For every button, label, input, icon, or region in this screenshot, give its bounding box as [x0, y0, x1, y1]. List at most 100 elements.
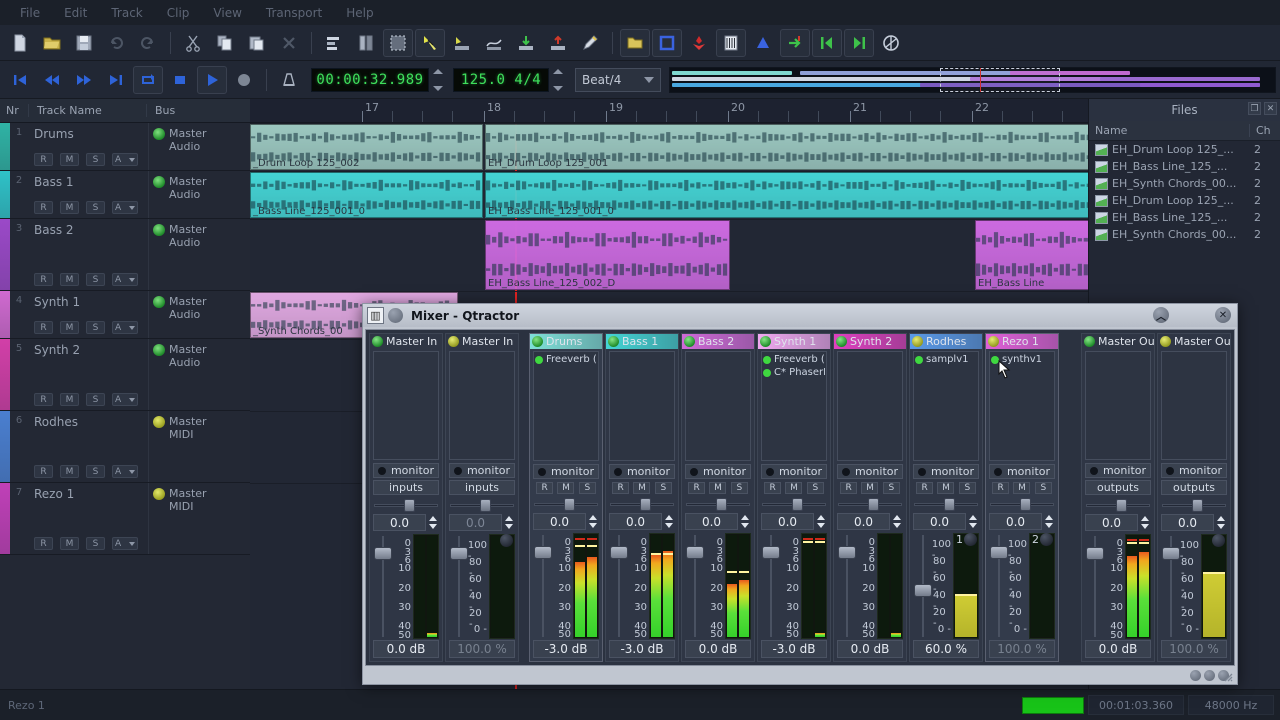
loop-button[interactable] — [133, 66, 163, 94]
overview-loop-range[interactable] — [940, 68, 1060, 92]
midi-channel-knob[interactable] — [964, 533, 977, 546]
strip-s-button[interactable]: S — [579, 482, 596, 494]
strip-m-button[interactable]: M — [785, 482, 802, 494]
track-a-button[interactable]: A — [112, 393, 138, 406]
track-a-button[interactable]: A — [112, 537, 138, 550]
audio-clip[interactable]: EH_Bass Line_125_002_D — [485, 220, 730, 290]
gain-value[interactable]: 0.0 dB — [685, 640, 751, 658]
menu-item-view[interactable]: View — [201, 2, 253, 24]
track-row[interactable]: 3Bass 2RMSAMasterAudio — [0, 219, 250, 291]
track-row[interactable]: 1DrumsRMSAMasterAudio — [0, 123, 250, 171]
pan-slider[interactable] — [1162, 498, 1226, 512]
monitor-button[interactable]: monitor — [913, 464, 979, 479]
strip-name-row[interactable]: Master In — [446, 334, 518, 349]
tempo-display[interactable]: 125.0 4/4 — [453, 68, 549, 92]
strip-s-button[interactable]: S — [1035, 482, 1052, 494]
pan-value-row[interactable]: 0.0 — [761, 513, 827, 530]
track-s-button[interactable]: S — [86, 273, 105, 286]
strip-name-row[interactable]: Rezo 1 — [986, 334, 1058, 349]
track-s-button[interactable]: S — [86, 321, 105, 334]
track-a-button[interactable]: A — [112, 153, 138, 166]
volume-fader[interactable] — [989, 533, 1009, 639]
fader-handle[interactable] — [610, 546, 628, 559]
plugin-list[interactable] — [373, 351, 439, 460]
clip-split-icon[interactable] — [351, 29, 381, 57]
midi-channel-knob[interactable] — [1040, 533, 1053, 546]
volume-fader[interactable] — [837, 533, 857, 639]
pan-slider[interactable] — [990, 497, 1054, 511]
resize-grip-icon[interactable] — [1221, 670, 1233, 682]
gain-row[interactable]: 0.0 dB — [837, 640, 903, 658]
connections-icon[interactable] — [716, 29, 746, 57]
pan-value-row[interactable]: 0.0 — [913, 513, 979, 530]
select-range-icon[interactable] — [383, 29, 413, 57]
track-bus-cell[interactable]: MasterMIDI — [148, 483, 250, 554]
monitor-button[interactable]: monitor — [609, 464, 675, 479]
track-name-cell[interactable]: RodhesRMSA — [28, 411, 148, 482]
volume-fader[interactable] — [1161, 534, 1181, 639]
monitor-button[interactable]: monitor — [685, 464, 751, 479]
midi-channel-knob[interactable] — [1212, 534, 1225, 547]
pan-slider[interactable] — [450, 498, 514, 512]
gain-value[interactable]: -3.0 dB — [533, 640, 599, 658]
footer-dot-icon[interactable] — [1204, 670, 1215, 681]
track-r-button[interactable]: R — [34, 153, 53, 166]
strip-s-button[interactable]: S — [655, 482, 672, 494]
pan-value[interactable]: 0.0 — [609, 513, 662, 530]
go-begin-button[interactable] — [5, 66, 35, 94]
save-icon[interactable] — [69, 29, 99, 57]
fader-handle[interactable] — [914, 584, 932, 597]
gain-value[interactable]: 100.0 % — [1161, 640, 1227, 658]
close-icon[interactable]: ✕ — [1215, 307, 1231, 323]
volume-fader[interactable] — [373, 534, 393, 639]
mixer-titlebar[interactable]: ▥ Mixer - Qtractor ︿ ✕ — [363, 304, 1237, 327]
gain-row[interactable]: -3.0 dB — [761, 640, 827, 658]
plugin-item[interactable]: samplv1 — [915, 353, 977, 366]
track-bus-cell[interactable]: MasterAudio — [148, 291, 250, 338]
pan-value[interactable]: 0.0 — [1161, 514, 1214, 531]
copy-icon[interactable] — [210, 29, 240, 57]
strip-name-row[interactable]: Drums — [530, 334, 602, 349]
pan-slider[interactable] — [374, 498, 438, 512]
plugin-list[interactable] — [1085, 351, 1151, 460]
track-m-button[interactable]: M — [60, 465, 79, 478]
pan-value-row[interactable]: 0.0 — [533, 513, 599, 530]
plugin-list[interactable]: Freeverb (C* PhaserII — [761, 351, 827, 461]
volume-fader[interactable] — [685, 533, 705, 639]
plugin-item[interactable]: C* PhaserII — [763, 366, 825, 379]
timeline-ruler[interactable]: 171819202122 — [250, 99, 1088, 123]
gain-row[interactable]: 100.0 % — [989, 640, 1055, 658]
track-bus-cell[interactable]: MasterAudio — [148, 171, 250, 218]
pan-knob[interactable] — [868, 498, 879, 511]
audio-clip[interactable]: EH_Bass Line — [975, 220, 1088, 290]
gain-row[interactable]: 100.0 % — [449, 640, 515, 658]
pan-value-row[interactable]: 0.0 — [837, 513, 903, 530]
strip-m-button[interactable]: M — [861, 482, 878, 494]
monitor-button[interactable]: monitor — [533, 464, 599, 479]
plugin-active-icon[interactable] — [763, 369, 771, 377]
gain-row[interactable]: 60.0 % — [913, 640, 979, 658]
mixer-menu-icon[interactable] — [388, 308, 403, 323]
track-name-cell[interactable]: Bass 2RMSA — [28, 219, 148, 290]
plugin-item[interactable]: synthv1 — [991, 353, 1053, 366]
strip-name-row[interactable]: Rodhes — [910, 334, 982, 349]
volume-fader[interactable] — [913, 533, 933, 639]
tracklist[interactable]: 1DrumsRMSAMasterAudio2Bass 1RMSAMasterAu… — [0, 123, 250, 689]
plugin-active-icon[interactable] — [915, 356, 923, 364]
track-row[interactable]: 6RodhesRMSAMasterMIDI — [0, 411, 250, 483]
track-a-button[interactable]: A — [112, 465, 138, 478]
pan-value[interactable]: 0.0 — [533, 513, 586, 530]
volume-fader[interactable] — [449, 534, 469, 639]
audio-clip[interactable]: _Drum Loop 125_002 — [250, 124, 483, 170]
metronome-toolbar-icon[interactable] — [876, 29, 906, 57]
pan-knob[interactable] — [640, 498, 651, 511]
tempo-spinner[interactable] — [551, 68, 565, 92]
pan-spinner[interactable] — [738, 513, 751, 530]
outputs-button[interactable]: outputs — [1161, 480, 1227, 495]
plugin-list[interactable] — [685, 351, 751, 461]
pan-value[interactable]: 0.0 — [685, 513, 738, 530]
fader-handle[interactable] — [686, 546, 704, 559]
plugin-list[interactable] — [1161, 351, 1227, 460]
strip-s-button[interactable]: S — [731, 482, 748, 494]
mixer-strip[interactable]: Master Outmonitoroutputs0.00361020304050… — [1081, 333, 1155, 662]
